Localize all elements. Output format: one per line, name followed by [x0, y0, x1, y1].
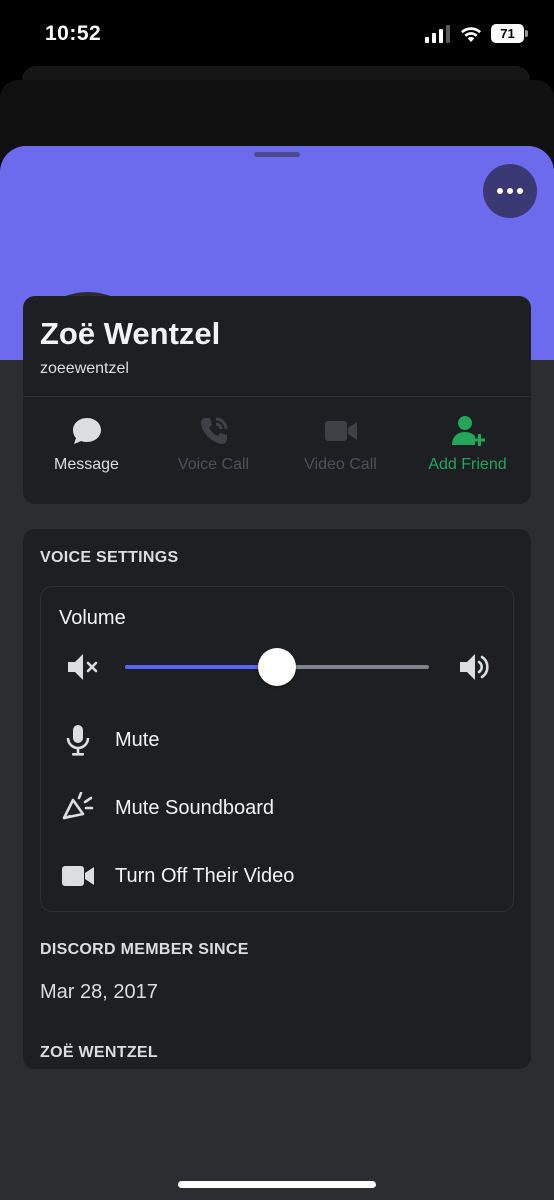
volume-slider-row	[41, 645, 513, 689]
phone-icon	[200, 417, 227, 444]
wifi-icon	[461, 26, 481, 42]
speaker-loud-icon	[460, 654, 489, 680]
voice-settings-card: VOICE SETTINGS Volume Mute Mute Soundboa…	[23, 529, 531, 1069]
voice-call-label: Voice Call	[177, 456, 250, 473]
volume-slider[interactable]	[125, 648, 429, 686]
username: zoeewentzel	[40, 360, 129, 377]
mute-option[interactable]: Mute	[41, 716, 513, 764]
ellipsis-icon	[497, 188, 503, 194]
add-friend-label: Add Friend	[428, 456, 507, 473]
video-call-button[interactable]: Video Call	[277, 414, 404, 484]
voice-settings-panel: Volume Mute Mute Soundboard Turn Off The…	[40, 586, 514, 912]
status-icons: 71	[425, 24, 528, 43]
soundboard-icon	[62, 792, 94, 820]
battery-icon: 71	[491, 24, 528, 43]
member-since-date: Mar 28, 2017	[40, 981, 158, 1003]
voice-call-button[interactable]: Voice Call	[150, 414, 277, 484]
mute-soundboard-option[interactable]: Mute Soundboard	[41, 784, 513, 832]
turn-off-video-option[interactable]: Turn Off Their Video	[41, 852, 513, 900]
home-indicator	[178, 1181, 376, 1188]
chat-bubble-icon	[72, 418, 101, 444]
message-label: Message	[54, 456, 119, 473]
about-section-title: ZOË WENTZEL	[40, 1044, 158, 1061]
divider	[23, 396, 531, 397]
add-friend-icon	[451, 416, 485, 446]
user-info-card: Zoë Wentzel zoeewentzel Message Voice Ca…	[23, 296, 531, 504]
battery-level: 71	[491, 24, 524, 43]
status-bar: 10:52 71	[0, 0, 554, 66]
sheet-grabber[interactable]	[254, 152, 300, 157]
add-friend-button[interactable]: Add Friend	[404, 414, 531, 484]
cellular-signal-icon	[425, 24, 450, 43]
mute-soundboard-label: Mute Soundboard	[115, 796, 275, 819]
volume-slider-thumb[interactable]	[258, 648, 296, 686]
member-since-title: DISCORD MEMBER SINCE	[40, 941, 249, 958]
speaker-mute-icon	[68, 654, 98, 680]
message-button[interactable]: Message	[23, 414, 150, 484]
volume-label: Volume	[59, 607, 126, 629]
voice-settings-title: VOICE SETTINGS	[40, 549, 179, 566]
microphone-icon	[66, 725, 90, 756]
status-time: 10:52	[45, 22, 102, 45]
more-options-button[interactable]	[483, 164, 537, 218]
display-name: Zoë Wentzel	[40, 316, 221, 351]
video-camera-icon	[324, 421, 357, 441]
volume-slider-fill	[125, 665, 277, 669]
mute-label: Mute	[115, 728, 160, 751]
action-bar: Message Voice Call Video Call Add Friend	[23, 414, 531, 484]
turn-off-video-label: Turn Off Their Video	[115, 864, 295, 887]
video-call-label: Video Call	[304, 456, 377, 473]
video-camera-icon	[62, 866, 94, 886]
